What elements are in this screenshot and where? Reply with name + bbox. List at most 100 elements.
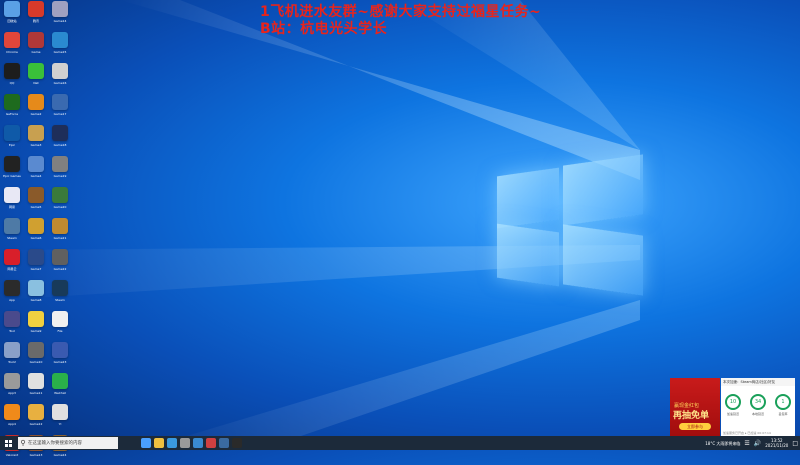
desktop-icon[interactable]: 网易 [1,187,23,217]
desktop-icon-label: Game9 [30,329,42,333]
desktop-icon-label: Game11 [29,391,43,395]
desktop-icon[interactable]: Game15 [49,32,71,62]
volume-icon[interactable]: 🔊 [754,440,761,447]
desktop-icon-label: Game5 [30,205,42,209]
app-icon [4,156,20,172]
app-icon [4,218,20,234]
taskbar-search-box[interactable]: ⚲ 在这里输入你要搜索的内容 [18,437,118,449]
desktop-icon[interactable]: Game7 [25,249,47,279]
desktop-icon[interactable]: WeChat [49,373,71,403]
desktop-icon-label: Tool2 [8,360,16,364]
weather-widget[interactable]: 18°C 大雨即将来临 [705,441,740,446]
app-icon [52,249,68,265]
taskbar-app-icon[interactable] [154,438,164,448]
app-icon [4,187,20,203]
desktop-icon[interactable]: Tool [1,311,23,341]
desktop-icon-label: Game10 [29,360,43,364]
desktop-icon[interactable]: Game3 [25,125,47,155]
app-icon [4,125,20,141]
desktop-icon[interactable]: Game11 [25,373,47,403]
taskbar-app-icon[interactable] [219,438,229,448]
promo-join-button[interactable]: 立即参与 [679,423,711,430]
desktop-icon[interactable]: Game9 [25,311,47,341]
app-icon [28,342,44,358]
taskbar-app-icon[interactable] [193,438,203,448]
desktop-icon[interactable]: File [49,311,71,341]
accelerator-header: 本次加速：Steam商店/社区/好友 [721,378,795,386]
desktop-icon-label: Game3 [30,143,42,147]
taskbar-app-icon[interactable] [167,438,177,448]
app-icon [52,156,68,172]
desktop-icon-label: Game16 [53,81,67,85]
desktop-icon[interactable]: Steam [1,218,23,248]
desktop-icon[interactable]: Game20 [49,187,71,217]
stat-caption: 丢包率 [778,412,788,416]
desktop-icon-label: Game6 [30,236,42,240]
app-icon [4,404,20,420]
app-icon [52,32,68,48]
desktop-icon[interactable]: Epic [1,125,23,155]
desktop-icon[interactable]: Game23 [49,342,71,372]
stat-packet-loss: 1 丢包率 [774,394,792,416]
desktop-icon[interactable]: Game6 [25,218,47,248]
taskbar-app-icon[interactable] [180,438,190,448]
desktop-icon[interactable]: Game [25,32,47,62]
desktop-icon-label: Game7 [30,267,42,271]
desktop-icon[interactable]: App [1,280,23,310]
desktop-icon[interactable]: Tool2 [1,342,23,372]
app-icon [52,125,68,141]
desktop-icon-label: WeChat [54,391,66,395]
desktop-icon[interactable]: Game2 [25,94,47,124]
stat-caption: 本地延迟 [751,412,764,416]
desktop-icon[interactable]: Game18 [49,125,71,155]
desktop-icon[interactable]: GeForce [1,94,23,124]
desktop-icon[interactable]: Game8 [25,280,47,310]
desktop-icon[interactable]: Game14 [49,1,71,31]
stat-caption: 加速延迟 [726,412,739,416]
desktop-icon[interactable]: Game12 [25,404,47,434]
app-icon [28,94,44,110]
desktop-icon[interactable]: 网易云 [1,249,23,279]
desktop-icon[interactable]: Game10 [25,342,47,372]
taskbar-app-icon[interactable] [206,438,216,448]
taskbar-app-icon[interactable] [141,438,151,448]
desktop-icon[interactable]: Game5 [25,187,47,217]
desktop-icon-label: Game12 [29,422,43,426]
app-icon [28,187,44,203]
desktop-icon[interactable]: Epic Games [1,156,23,186]
desktop-icon[interactable]: QQ [1,63,23,93]
desktop-icon[interactable]: App3 [1,373,23,403]
desktop-icon[interactable]: Game21 [49,218,71,248]
desktop-icon-label: 网易云 [7,267,17,271]
search-placeholder: 在这里输入你要搜索的内容 [28,441,82,446]
desktop-icon[interactable]: YI [49,404,71,434]
desktop-icon[interactable]: 腾讯 [25,1,47,31]
desktop-icon-label: 网易 [8,205,15,209]
desktop-icon[interactable]: Game17 [49,94,71,124]
desktop-icon[interactable]: 回收站 [1,1,23,31]
app-icon [4,63,20,79]
desktop-icon[interactable]: Game22 [49,249,71,279]
desktop-icon-label: Chrome [6,50,18,54]
desktop-icon[interactable]: Chrome [1,32,23,62]
desktop-icon[interactable]: Game4 [25,156,47,186]
desktop-icon[interactable]: Game19 [49,156,71,186]
desktop-icon[interactable]: App4 [1,404,23,434]
promo-banner[interactable]: 赢现金红包 再抽免单 立即参与 [670,378,720,436]
desktop-icon[interactable]: Net [25,63,47,93]
stat-value: 1 [775,394,791,410]
stat-value: 34 [750,394,766,410]
start-button[interactable] [0,436,16,450]
desktop-icon-label: 回收站 [7,19,17,23]
clock[interactable]: 13:52 2021/11/20 [765,438,788,448]
desktop-icon-label: Game2 [30,112,42,116]
app-icon [4,249,20,265]
desktop-icon[interactable]: Game16 [49,63,71,93]
desktop-icon-label: Epic Games [3,174,21,178]
taskbar-app-icon[interactable] [232,438,242,448]
app-icon [28,125,44,141]
app-icon [52,342,68,358]
desktop-icon[interactable]: Steam [49,280,71,310]
notification-icon[interactable]: □ [792,440,798,447]
network-icon[interactable]: ☰ [744,440,749,447]
